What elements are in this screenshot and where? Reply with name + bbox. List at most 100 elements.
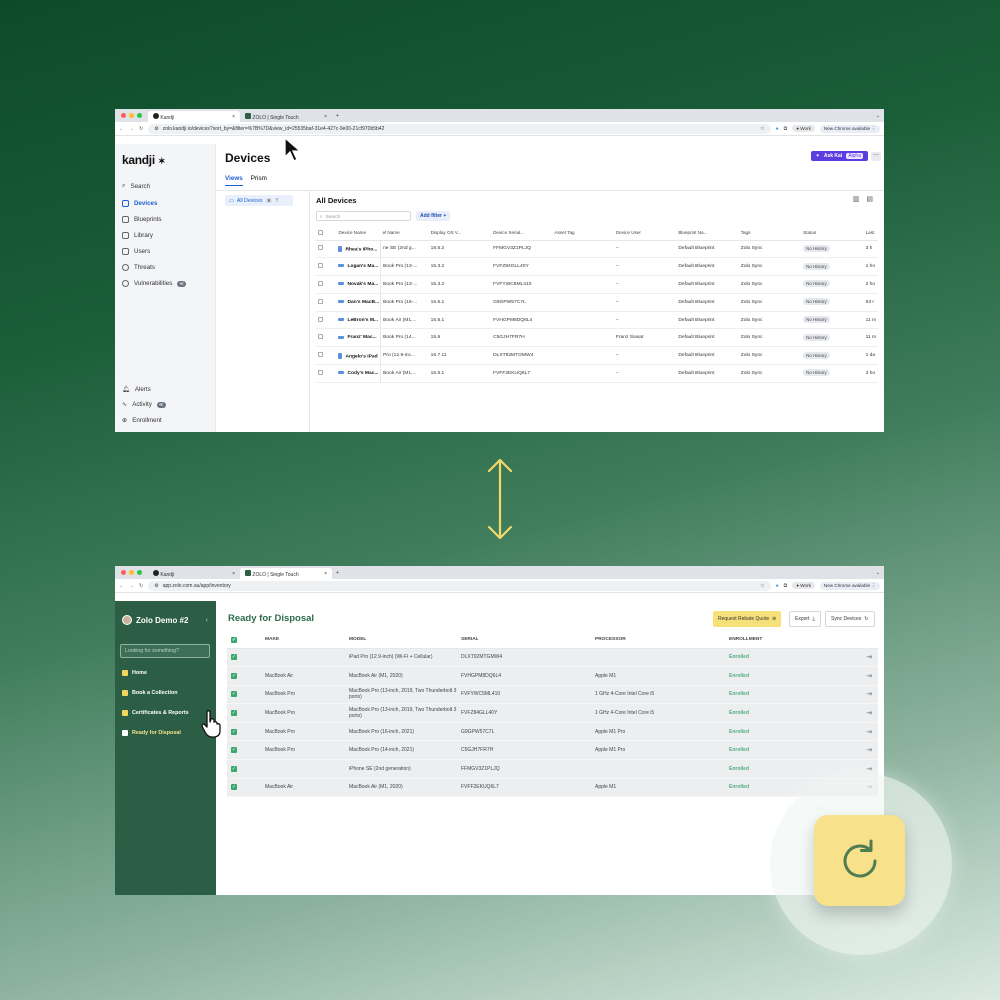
reload-icon[interactable]: ↻ [139,583,143,589]
blueprint-cell[interactable]: Default Blueprint [676,257,739,277]
blueprint-cell[interactable]: Default Blueprint [676,293,739,312]
table-row[interactable]: Angelo's iPad Pro (12.9-inc... 16.7.11 DLXT… [316,346,878,366]
row-checkbox[interactable] [316,328,337,348]
column-header[interactable]: el Name [380,226,429,241]
sign-in-icon[interactable]: ⇥ [866,673,872,680]
device-name-cell[interactable]: Cody's Mac... [336,364,381,383]
sync-devices-button[interactable]: Sync Devices ↻ [825,611,875,627]
collapse-sidebar-icon[interactable]: ‹ [206,617,208,624]
row-checkbox[interactable] [316,257,337,277]
request-rebate-quote-button[interactable]: Request Rebate Quote ⊜ [713,611,782,627]
sidebar-search[interactable]: ⌕ Search [122,182,150,190]
sidebar-item-library[interactable]: Library [122,232,153,239]
table-row[interactable]: ✓ iPhone SE (2nd generation) FFMGV3Z1PLJQ E… [227,759,878,779]
browser-tab-kandji[interactable]: Kandji × [148,568,240,579]
column-header[interactable]: Tags [738,226,802,241]
table-row[interactable]: LeBron's M... Book Air (M1,... 15.6.1 FVHGP… [316,311,878,330]
row-action[interactable]: ⇥ [845,740,878,761]
more-options-icon[interactable]: ··· [871,152,881,161]
close-tab-icon[interactable]: × [324,571,327,577]
table-row[interactable]: ✓ MacBook Pro MacBook Pro (14-inch, 2021) C… [227,740,878,761]
close-window-button[interactable] [121,570,126,575]
table-row[interactable]: Cody's Mac... Book Air (M1,... 15.6.1 FVFF2… [316,364,878,383]
table-row[interactable]: Logan's Ma... Book Pro (13-... 15.3.2 FVFZ8… [316,257,878,277]
sidebar-item-home[interactable]: Home [122,670,147,676]
browser-tab-kandji[interactable]: Kandji × [148,111,240,122]
row-action[interactable]: ⇥ [845,722,878,742]
sign-in-icon[interactable]: ⇥ [866,729,872,736]
row-checkbox[interactable] [316,275,337,294]
forward-icon[interactable]: → [129,126,134,132]
browser-tab-zolo[interactable]: ZOLO | Single Touch × [240,111,332,122]
sidebar-item-blueprints[interactable]: Blueprints [122,216,162,223]
row-checkbox[interactable] [316,311,337,330]
minimize-window-button[interactable] [129,570,134,575]
select-all-checkbox[interactable]: ✓ [227,632,261,649]
column-header[interactable]: Device User [613,226,677,241]
row-action[interactable]: ⇥ [845,666,878,686]
device-search-input[interactable]: ⌕ Search [316,211,411,221]
ask-kai-button[interactable]: ✦ Ask Kai Alpha [810,151,868,161]
add-filter-button[interactable]: Add filter + [416,211,451,221]
table-row[interactable]: ✓ MacBook Pro MacBook Pro (13-inch, 2019, … [227,703,878,723]
sign-in-icon[interactable]: ⇥ [866,710,872,717]
row-checkbox[interactable] [316,346,337,366]
sign-in-icon[interactable]: ⇥ [866,654,872,661]
table-row[interactable]: Dan's MacB... Book Pro (16-... 15.6.1 G9GPW… [316,293,878,312]
row-checkbox[interactable]: ✓ [227,666,261,686]
row-checkbox[interactable] [316,364,337,383]
column-header[interactable]: Asset Tag [552,226,614,241]
view-all-devices[interactable]: ▭ All Devices 8 ⠿ [225,195,293,206]
device-name-cell[interactable]: Novak's Ma... [336,275,381,294]
tab-prism[interactable]: Prism [251,175,267,186]
sign-in-icon[interactable]: ⇥ [866,766,872,773]
table-row[interactable]: ✓ iPad Pro (12.9-inch) (Wi-Fi + Cellular)… [227,648,878,668]
row-checkbox[interactable]: ✓ [227,648,261,668]
chrome-update-button[interactable]: New Chrome available ⋮ [819,124,880,133]
address-bar[interactable]: ⚙ zolo.kandji.io/devices?sort_by=&filter=… [148,123,771,134]
close-window-button[interactable] [121,113,126,118]
sidebar-item-alerts[interactable]: 🔔︎ Alerts [122,385,151,394]
sidebar-item-threats[interactable]: Threats [122,264,155,271]
back-icon[interactable]: ← [119,583,124,589]
new-tab-icon[interactable]: + [336,113,339,119]
table-row[interactable]: ✓ MacBook Air MacBook Air (M1, 2020) FVFF2E… [227,778,878,798]
zoom-window-button[interactable] [137,113,142,118]
table-row[interactable]: Novak's Ma... Book Pro (13-... 15.3.2 FVFYW… [316,275,878,294]
row-checkbox[interactable]: ✓ [227,685,261,705]
row-checkbox[interactable]: ✓ [227,722,261,742]
sidebar-item-users[interactable]: Users [122,248,150,255]
browser-tab-zolo[interactable]: ZOLO | Single Touch × [240,568,332,579]
blueprint-cell[interactable]: Default Blueprint [676,275,739,294]
row-checkbox[interactable] [316,293,337,312]
table-row[interactable]: ✓ MacBook Pro MacBook Pro (13-inch, 2019, … [227,685,878,705]
extensions-puzzle-icon[interactable]: ⧉ [784,126,788,132]
reload-icon[interactable]: ↻ [139,126,143,132]
tab-views[interactable]: Views [225,175,243,186]
row-action[interactable]: ⇥ [845,648,878,668]
sidebar-item-ready-for-disposal[interactable]: Ready for Disposal [122,730,181,736]
sidebar-item-activity[interactable]: ∿ Activity ≪ [122,401,166,408]
column-header[interactable]: Blueprint Na... [676,226,739,241]
device-name-cell[interactable]: Logan's Ma... [336,257,381,277]
table-row[interactable]: ✓ MacBook Air MacBook Air (M1, 2020) FVHGPM… [227,666,878,686]
row-checkbox[interactable] [316,240,337,259]
row-checkbox[interactable]: ✓ [227,778,261,798]
close-tab-icon[interactable]: × [324,114,327,120]
bookmark-star-icon[interactable]: ☆ [760,583,764,589]
back-icon[interactable]: ← [119,126,124,132]
sidebar-item-vulnerabilities[interactable]: Vulnerabilities ≪ [122,280,187,287]
row-checkbox[interactable]: ✓ [227,740,261,761]
minimize-window-button[interactable] [129,113,134,118]
profile-button[interactable]: ● Work [792,582,815,589]
site-info-icon[interactable]: ⚙ [154,126,158,132]
site-info-icon[interactable]: ⚙ [154,583,158,589]
zoom-window-button[interactable] [137,570,142,575]
blueprint-cell[interactable]: Default Blueprint [676,346,739,366]
tab-menu-chevron-icon[interactable]: ⌄ [876,113,880,119]
blueprint-cell[interactable]: Default Blueprint [676,240,739,259]
chrome-update-button[interactable]: New Chrome available ⋮ [819,581,880,590]
blueprint-cell[interactable]: Default Blueprint [676,311,739,330]
sign-in-icon[interactable]: ⇥ [866,691,872,698]
close-tab-icon[interactable]: × [232,114,235,120]
